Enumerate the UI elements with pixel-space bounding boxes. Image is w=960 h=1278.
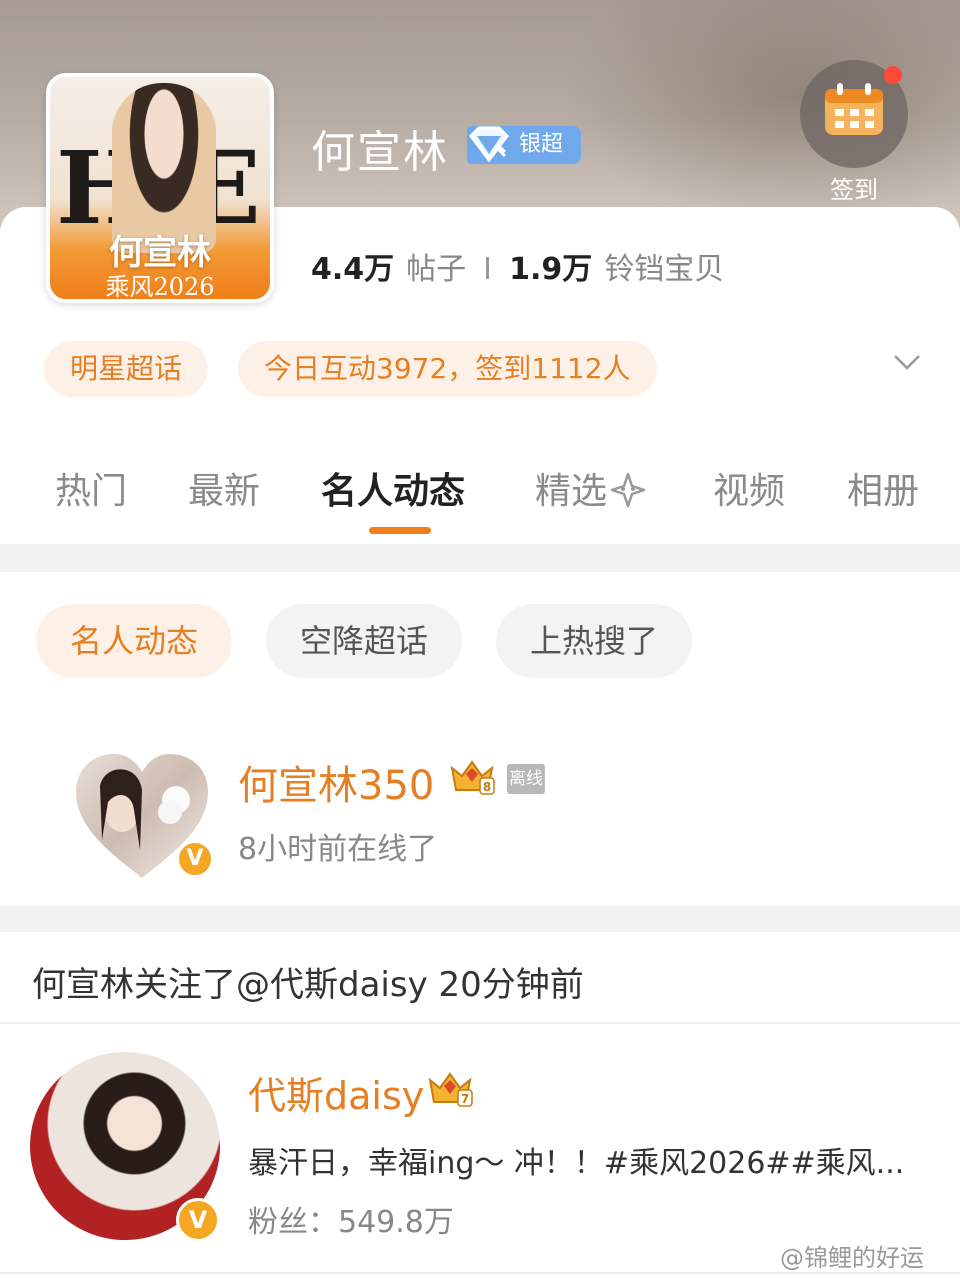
subtab-trending[interactable]: 上热搜了: [496, 604, 693, 678]
fans-count: 1.9万: [509, 252, 593, 287]
subtab-celebrity-updates[interactable]: 名人动态: [36, 604, 233, 678]
subtab-airdrop-topics[interactable]: 空降超话: [266, 604, 463, 678]
watermark: @锦鲤的好运: [780, 1244, 924, 1272]
active-tab-indicator: [369, 527, 431, 534]
sparkle-icon: [610, 472, 646, 508]
info-chips: 明星超话 今日互动3972，签到1112人: [44, 341, 657, 397]
activity-text: 何宣林关注了@代斯daisy 20分钟前: [32, 965, 584, 1005]
tab-featured[interactable]: 精选: [535, 462, 647, 514]
main-tabs: 热门 最新 名人动态 精选 视频 相册: [0, 462, 960, 522]
sub-tabs: 名人动态 空降超话 上热搜了: [36, 604, 693, 678]
chevron-down-icon[interactable]: [892, 352, 922, 374]
followed-user-name[interactable]: 代斯daisy: [248, 1065, 424, 1120]
offline-status-badge: 离线: [507, 764, 545, 794]
tab-celebrity-updates[interactable]: 名人动态: [321, 462, 465, 514]
followed-user-level: 7: [461, 1092, 469, 1106]
silver-super-badge[interactable]: 银超: [467, 126, 581, 164]
cover-subtitle: 乘风2026: [105, 273, 215, 301]
verified-badge: V: [176, 840, 214, 878]
verified-badge: V: [176, 1198, 220, 1242]
crown-level-icon: 7: [428, 1072, 473, 1107]
notification-dot: [884, 66, 902, 84]
supertopic-cover-image[interactable]: HE 何宣林 乘风2026: [46, 73, 274, 303]
posts-label: 帖子: [406, 252, 467, 287]
checkin-button[interactable]: [800, 60, 908, 168]
page-title: 何宣林: [311, 127, 449, 178]
calendar-icon: [825, 83, 883, 135]
celebrity-name[interactable]: 何宣林350: [238, 753, 434, 811]
checkin-label[interactable]: 签到: [800, 170, 908, 205]
category-chip[interactable]: 明星超话: [44, 341, 209, 397]
row-divider: [0, 1022, 960, 1024]
tab-hot[interactable]: 热门: [55, 462, 127, 514]
diamond-icon: [469, 126, 509, 163]
activity-chip[interactable]: 今日互动3972，签到1112人: [238, 341, 657, 397]
section-divider: [0, 544, 960, 572]
tab-album[interactable]: 相册: [847, 462, 919, 514]
tab-video[interactable]: 视频: [713, 462, 785, 514]
supertopic-stats: 4.4万 帖子 1.9万 铃铛宝贝: [311, 244, 724, 288]
fans-label: 铃铛宝贝: [604, 252, 725, 287]
followed-user-description: 暴汗日，幸福ing～ 冲！！#乘风2026##乘风...: [248, 1146, 905, 1181]
section-divider: [0, 906, 960, 932]
tab-latest[interactable]: 最新: [188, 462, 260, 514]
celebrity-level: 8: [483, 780, 491, 794]
badge-label: 银超: [519, 132, 564, 157]
posts-count: 4.4万: [311, 252, 395, 287]
followed-user-fans: 粉丝：549.8万: [248, 1205, 454, 1240]
last-online-time: 8小时前在线了: [238, 832, 438, 867]
crown-level-icon: 8: [450, 760, 495, 795]
stats-divider: [486, 257, 490, 279]
tab-featured-label: 精选: [535, 471, 608, 512]
